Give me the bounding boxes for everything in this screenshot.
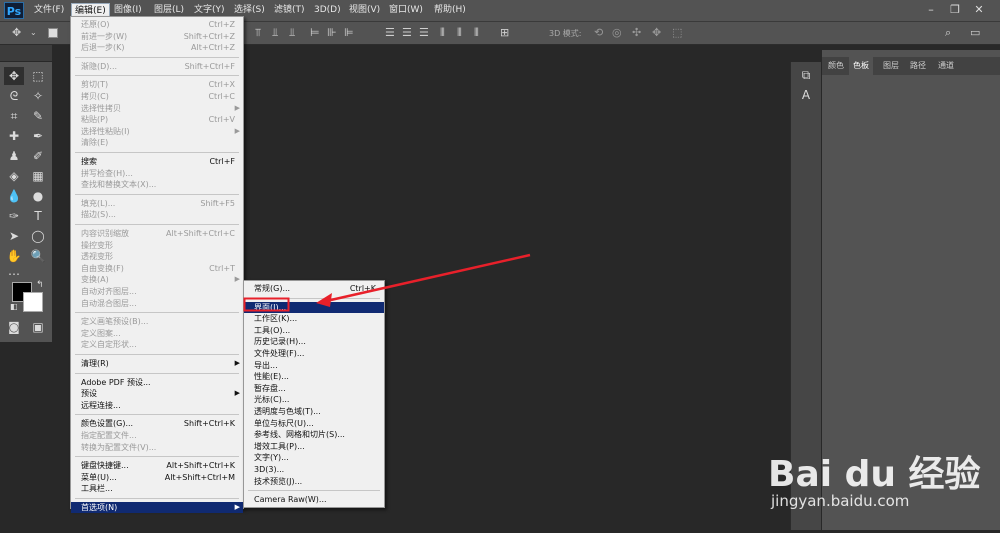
pointer-arrow-head: [316, 293, 332, 307]
baidu-watermark-url: jingyan.baidu.com: [771, 492, 910, 510]
pointer-arrow-line: [321, 253, 531, 304]
highlight-box: [243, 297, 290, 312]
baidu-watermark-logo: Bai du 经验: [768, 454, 981, 495]
